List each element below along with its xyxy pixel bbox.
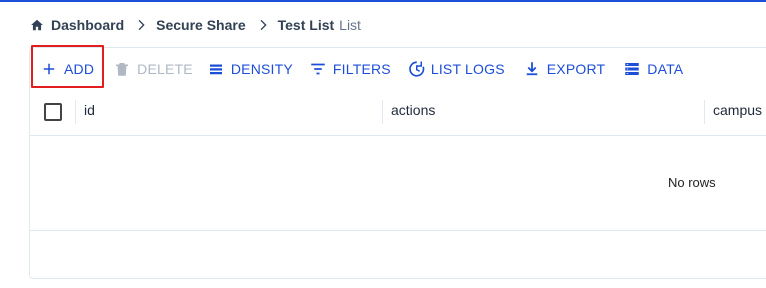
delete-button[interactable]: DELETE — [113, 60, 193, 78]
column-separator[interactable] — [704, 100, 705, 124]
breadcrumb-current: Test List — [277, 17, 335, 33]
data-label: DATA — [647, 61, 684, 77]
breadcrumb-secure-share[interactable]: Secure Share — [156, 17, 246, 33]
column-header-campus[interactable]: campus — [713, 102, 762, 118]
breadcrumb: Dashboard Secure Share Test List List — [30, 15, 361, 35]
column-header-id[interactable]: id — [84, 102, 95, 118]
top-accent-line — [0, 0, 766, 2]
grid-header: id actions campus — [30, 88, 766, 136]
density-button[interactable]: DENSITY — [207, 60, 293, 78]
data-button[interactable]: DATA — [623, 60, 683, 78]
export-button[interactable]: EXPORT — [523, 60, 606, 78]
history-icon — [409, 61, 425, 77]
grid-toolbar: ADD DELETE DENSITY FILTERS LIST LOGS EXP… — [40, 56, 683, 82]
column-separator[interactable] — [75, 100, 76, 124]
filter-icon — [311, 63, 325, 75]
filters-label: FILTERS — [332, 61, 391, 77]
density-label: DENSITY — [230, 61, 293, 77]
filters-button[interactable]: FILTERS — [309, 60, 391, 78]
download-icon — [526, 62, 538, 76]
trash-icon — [116, 63, 129, 76]
plus-icon — [43, 63, 55, 75]
no-rows-message: No rows — [668, 175, 716, 190]
breadcrumb-dashboard[interactable]: Dashboard — [51, 17, 124, 33]
delete-label: DELETE — [137, 61, 193, 77]
grid-footer-divider — [30, 230, 766, 231]
density-icon — [209, 64, 222, 75]
breadcrumb-suffix: List — [339, 17, 361, 33]
add-button[interactable]: ADD — [40, 60, 94, 78]
select-all-checkbox[interactable] — [44, 103, 62, 121]
chevron-right-icon — [260, 19, 267, 31]
storage-icon — [625, 63, 640, 75]
chevron-right-icon — [138, 19, 145, 31]
column-header-actions[interactable]: actions — [391, 102, 435, 118]
add-label: ADD — [64, 61, 95, 77]
home-icon[interactable] — [30, 18, 44, 32]
export-label: EXPORT — [546, 61, 606, 77]
list-logs-label: LIST LOGS — [430, 61, 505, 77]
column-separator[interactable] — [382, 100, 383, 124]
list-logs-button[interactable]: LIST LOGS — [407, 60, 505, 78]
